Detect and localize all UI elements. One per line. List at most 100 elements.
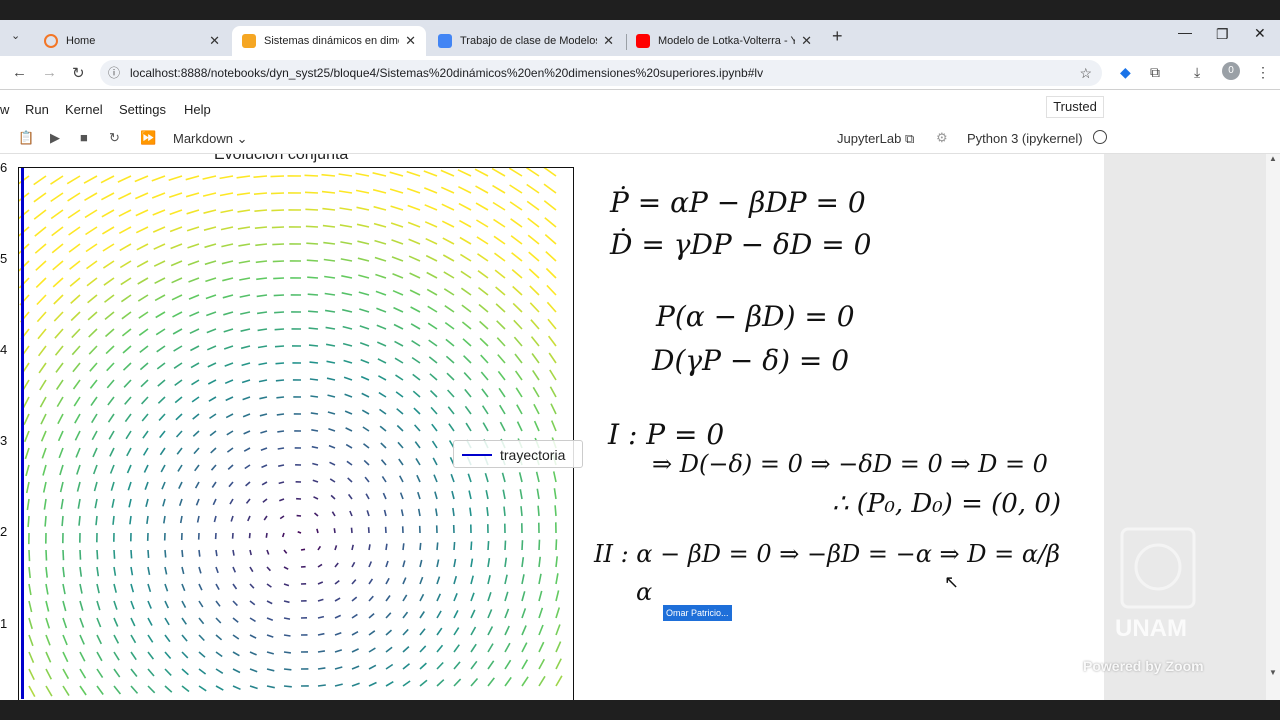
jupyterlab-link[interactable]: JupyterLab ⧉ bbox=[837, 131, 914, 147]
forward-icon[interactable]: → bbox=[42, 64, 57, 81]
vector-arrow bbox=[283, 651, 292, 654]
vector-arrow bbox=[526, 200, 540, 211]
vector-arrow bbox=[368, 544, 371, 551]
kernel-name[interactable]: Python 3 (ipykernel) bbox=[967, 131, 1083, 146]
stop-kernel-icon[interactable]: ■ bbox=[80, 130, 88, 145]
vertical-scrollbar[interactable]: ▲ ▼ bbox=[1266, 154, 1280, 700]
tab-list-chevron-icon[interactable]: ⌄ bbox=[11, 29, 20, 42]
vector-arrow bbox=[334, 631, 342, 636]
vector-arrow bbox=[279, 515, 285, 520]
vector-arrow bbox=[210, 447, 217, 454]
tab-sistemas-dinamicos[interactable]: Sistemas dinámicos en dimensi ✕ bbox=[232, 26, 426, 56]
vector-arrow bbox=[196, 515, 200, 523]
vector-arrow bbox=[425, 254, 438, 262]
zoom-watermark: Powered by Zoom bbox=[1083, 658, 1204, 674]
vector-arrow bbox=[147, 617, 153, 626]
legend-line bbox=[462, 454, 492, 456]
vector-arrow bbox=[355, 172, 370, 177]
run-all-icon[interactable]: ⏩ bbox=[140, 130, 156, 146]
vector-arrow bbox=[501, 472, 506, 483]
vector-arrow bbox=[37, 328, 47, 340]
vector-arrow bbox=[79, 549, 82, 560]
reload-icon[interactable]: ↻ bbox=[72, 64, 85, 82]
vector-arrow bbox=[459, 236, 472, 245]
close-tab-icon[interactable]: ✕ bbox=[209, 33, 220, 49]
notebook-content[interactable]: Evolución conjunta 6 5 4 3 2 1 trayector… bbox=[0, 154, 1104, 700]
vector-arrow bbox=[436, 542, 439, 551]
close-tab-icon[interactable]: ✕ bbox=[405, 33, 416, 49]
scroll-up-icon[interactable]: ▲ bbox=[1269, 154, 1277, 163]
vector-arrow bbox=[141, 413, 149, 422]
vector-arrow bbox=[445, 338, 455, 347]
menu-help[interactable]: Help bbox=[184, 102, 211, 117]
tab-trabajo-de-clase[interactable]: Trabajo de clase de Modelos C ✕ bbox=[428, 26, 624, 56]
close-tab-icon[interactable]: ✕ bbox=[801, 33, 812, 49]
vector-arrow bbox=[414, 424, 421, 432]
vector-arrow bbox=[224, 379, 234, 385]
vector-arrow bbox=[465, 422, 472, 432]
vector-arrow bbox=[316, 528, 319, 534]
address-bar[interactable]: ⓘ localhost:8888/notebooks/dyn_syst25/bl… bbox=[100, 60, 1102, 86]
vector-arrow bbox=[389, 188, 404, 194]
restart-kernel-icon[interactable]: ↻ bbox=[109, 130, 120, 146]
vector-arrow bbox=[487, 575, 491, 585]
vector-arrow bbox=[198, 668, 207, 675]
menu-kernel[interactable]: Kernel bbox=[65, 102, 103, 117]
new-tab-button[interactable]: + bbox=[832, 26, 843, 47]
paste-icon[interactable]: 📋 bbox=[18, 130, 34, 146]
tab-lotka-volterra[interactable]: Modelo de Lotka-Volterra - You ✕ bbox=[626, 26, 822, 56]
vector-arrow bbox=[152, 209, 166, 216]
vector-arrow bbox=[363, 459, 370, 466]
vector-arrow bbox=[62, 685, 70, 697]
close-tab-icon[interactable]: ✕ bbox=[603, 33, 614, 49]
vector-arrow bbox=[521, 574, 525, 585]
vector-arrow bbox=[96, 634, 103, 645]
vector-arrow bbox=[459, 219, 472, 228]
profile-avatar[interactable]: 0 bbox=[1222, 62, 1240, 80]
vector-arrow bbox=[398, 458, 404, 466]
vector-arrow bbox=[96, 566, 100, 577]
vector-arrow bbox=[532, 369, 540, 381]
vector-arrow bbox=[504, 540, 507, 551]
vector-arrow bbox=[121, 328, 132, 337]
vector-arrow bbox=[470, 541, 473, 551]
vector-arrow bbox=[190, 362, 200, 369]
cell-type-select[interactable]: Markdown ⌄ bbox=[173, 131, 247, 147]
close-window-icon[interactable]: ✕ bbox=[1254, 25, 1266, 42]
menu-view[interactable]: w bbox=[0, 102, 9, 117]
vector-arrow bbox=[241, 362, 251, 367]
bookmark-star-icon[interactable]: ☆ bbox=[1079, 60, 1092, 86]
vector-arrow bbox=[266, 583, 272, 588]
trusted-indicator[interactable]: Trusted bbox=[1046, 96, 1104, 118]
menu-run[interactable]: Run bbox=[25, 102, 49, 117]
settings-gear-icon[interactable]: ⚙ bbox=[936, 130, 948, 146]
vector-arrow bbox=[342, 342, 353, 347]
vector-arrow bbox=[419, 611, 425, 619]
vector-arrow bbox=[531, 353, 540, 364]
vector-arrow bbox=[463, 355, 472, 364]
vector-arrow bbox=[452, 507, 455, 517]
scroll-down-icon[interactable]: ▼ bbox=[1269, 668, 1277, 677]
vector-arrow bbox=[516, 404, 523, 415]
vector-arrow bbox=[417, 508, 421, 517]
vector-arrow bbox=[334, 597, 341, 602]
download-icon[interactable]: ⤓ bbox=[1194, 64, 1200, 81]
site-info-icon[interactable]: ⓘ bbox=[108, 60, 120, 86]
tab-home[interactable]: Home ✕ bbox=[34, 26, 230, 56]
menu-settings[interactable]: Settings bbox=[119, 102, 166, 117]
vector-arrow bbox=[410, 323, 421, 330]
vector-arrow bbox=[412, 390, 421, 398]
vector-arrow bbox=[358, 274, 370, 279]
restore-icon[interactable]: ❐ bbox=[1216, 26, 1229, 43]
run-cell-icon[interactable]: ▶ bbox=[50, 130, 60, 146]
extension-icon[interactable]: ◆ bbox=[1120, 64, 1131, 81]
extensions-puzzle-icon[interactable]: ⧉ bbox=[1150, 64, 1160, 81]
more-menu-icon[interactable]: ⋮ bbox=[1256, 64, 1270, 81]
vector-arrow bbox=[95, 515, 98, 526]
vector-arrow bbox=[219, 175, 234, 180]
vector-arrow bbox=[134, 175, 149, 183]
back-icon[interactable]: ← bbox=[12, 64, 27, 81]
vector-arrow bbox=[157, 396, 166, 404]
minimize-icon[interactable]: — bbox=[1178, 24, 1192, 40]
vector-arrow bbox=[444, 321, 455, 330]
